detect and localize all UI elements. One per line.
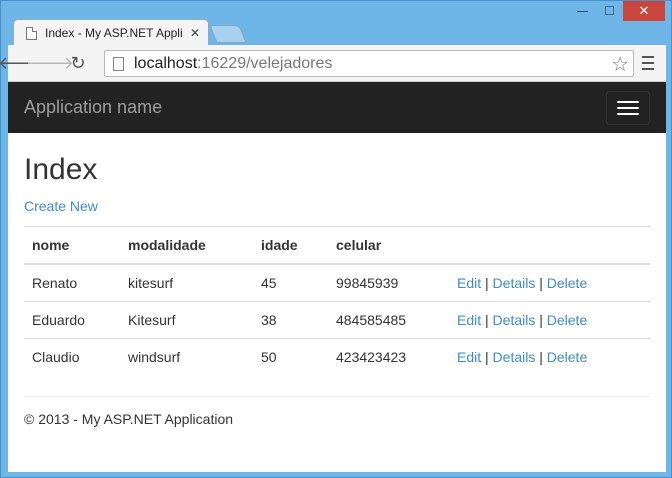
site-navbar: Application name (8, 82, 666, 133)
header-modalidade: modalidade (120, 226, 253, 265)
cell-idade: 38 (253, 301, 328, 339)
reload-icon[interactable]: ↻ (64, 49, 92, 77)
separator: | (485, 275, 489, 291)
page-viewport: Application name Index Create New nome m… (8, 82, 666, 472)
address-bar[interactable]: localhost:16229/velejadores ☆ (104, 50, 634, 77)
page-icon (26, 26, 37, 40)
header-actions (449, 226, 650, 265)
table-row: Renato kitesurf 45 99845939 Edit | Detai… (24, 263, 650, 302)
cell-celular: 484585485 (328, 301, 449, 339)
velejadores-table: nome modalidade idade celular Renato kit… (24, 226, 650, 376)
tab-title: Index - My ASP.NET Appli (45, 26, 183, 40)
separator: | (485, 312, 489, 328)
footer: © 2013 - My ASP.NET Application (8, 397, 666, 441)
browser-toolbar: 🡐 🡒 ↻ localhost:16229/velejadores ☆ (0, 45, 666, 82)
cell-celular: 423423423 (328, 338, 449, 376)
page-title: Index (24, 153, 98, 186)
separator: | (539, 275, 543, 291)
cell-actions: Edit | Details | Delete (449, 338, 650, 376)
delete-link[interactable]: Delete (547, 349, 587, 365)
cell-actions: Edit | Details | Delete (449, 301, 650, 339)
cell-modalidade: windsurf (120, 338, 253, 376)
table-row: Claudio windsurf 50 423423423 Edit | Det… (24, 338, 650, 376)
tab-close-icon[interactable]: ✕ (190, 26, 200, 40)
main-content: Index Create New nome modalidade idade c… (8, 153, 666, 376)
details-link[interactable]: Details (493, 312, 536, 328)
header-idade: idade (253, 226, 328, 265)
cell-modalidade: Kitesurf (120, 301, 253, 339)
cell-nome: Claudio (24, 338, 120, 376)
url-host: localhost (134, 54, 198, 72)
cell-celular: 99845939 (328, 263, 449, 302)
cell-modalidade: kitesurf (120, 263, 253, 302)
header-nome: nome (24, 226, 120, 265)
browser-tab[interactable]: Index - My ASP.NET Appli ✕ (13, 19, 209, 46)
create-new-link[interactable]: Create New (24, 198, 98, 214)
minimize-icon[interactable]: — (569, 1, 596, 21)
separator: | (539, 312, 543, 328)
browser-menu-icon[interactable] (638, 53, 658, 73)
header-celular: celular (328, 226, 449, 265)
cell-nome: Renato (24, 263, 120, 302)
window-controls: — ☐ ✕ (569, 1, 665, 23)
forward-arrow-icon[interactable]: 🡒 (26, 49, 74, 77)
cell-idade: 45 (253, 263, 328, 302)
details-link[interactable]: Details (493, 349, 536, 365)
details-link[interactable]: Details (493, 275, 536, 291)
separator: | (485, 349, 489, 366)
edit-link[interactable]: Edit (457, 349, 481, 365)
url-path: :16229/velejadores (197, 54, 333, 72)
page-icon (113, 56, 124, 71)
brand-link[interactable]: Application name (24, 97, 162, 118)
cell-nome: Eduardo (24, 301, 120, 339)
browser-window: — ☐ ✕ Index - My ASP.NET Appli ✕ 🡐 🡒 ↻ l… (0, 0, 672, 478)
separator: | (539, 349, 543, 366)
hamburger-menu-icon[interactable] (606, 91, 650, 125)
maximize-icon[interactable]: ☐ (596, 1, 623, 21)
delete-link[interactable]: Delete (547, 312, 587, 328)
edit-link[interactable]: Edit (457, 275, 481, 291)
cell-idade: 50 (253, 338, 328, 376)
edit-link[interactable]: Edit (457, 312, 481, 328)
close-window-icon[interactable]: ✕ (623, 1, 665, 21)
cell-actions: Edit | Details | Delete (449, 263, 650, 302)
table-row: Eduardo Kitesurf 38 484585485 Edit | Det… (24, 301, 650, 339)
bookmark-star-icon[interactable]: ☆ (611, 52, 629, 76)
footer-text: © 2013 - My ASP.NET Application (24, 410, 234, 427)
new-tab-button[interactable] (209, 25, 247, 43)
delete-link[interactable]: Delete (547, 275, 587, 291)
table-header-row: nome modalidade idade celular (24, 226, 650, 265)
